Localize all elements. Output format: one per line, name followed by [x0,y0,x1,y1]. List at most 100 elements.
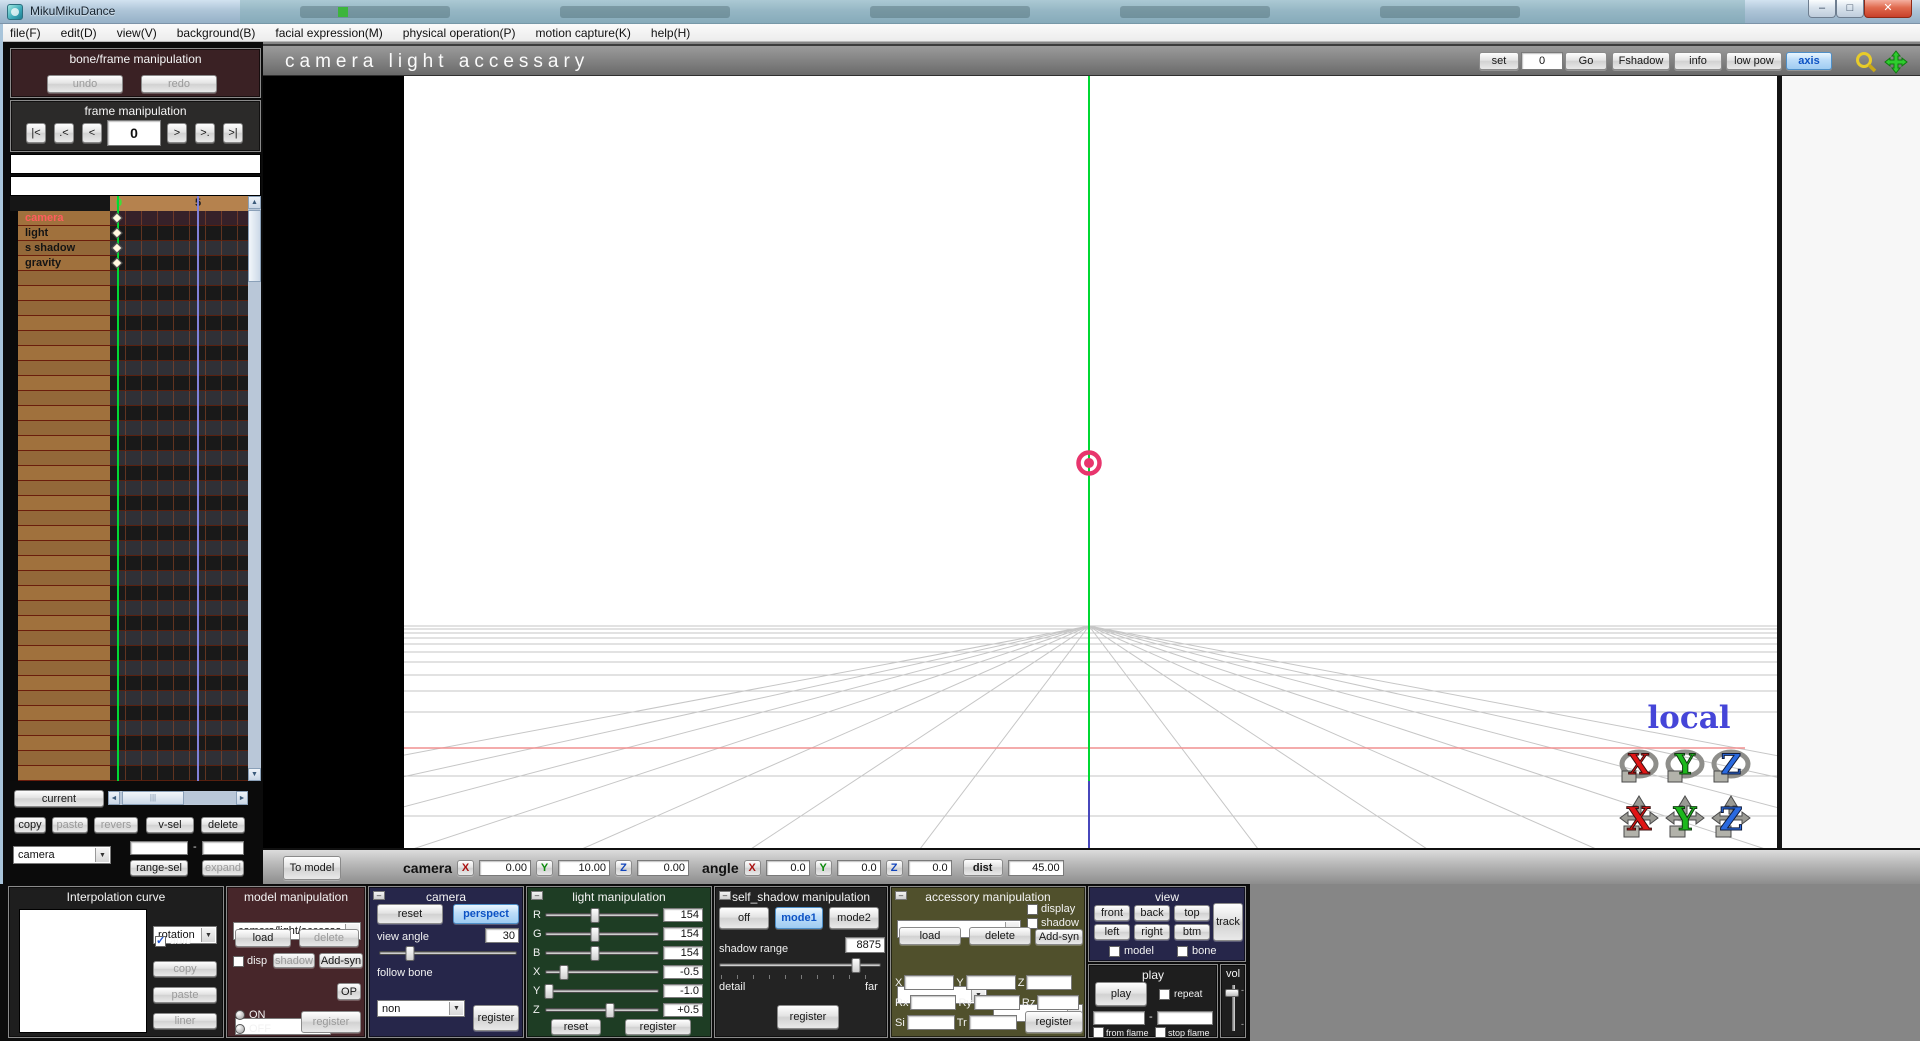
stop-flame-checkbox[interactable] [1155,1027,1166,1038]
shadow-range-slider[interactable] [719,958,881,973]
track-grid[interactable] [110,541,261,556]
track-label-empty[interactable] [18,406,110,421]
track-grid[interactable] [110,766,261,781]
track-grid[interactable] [110,361,261,376]
track-label-empty[interactable] [18,376,110,391]
track-grid[interactable] [110,376,261,391]
accessory-register-button[interactable]: register [1025,1011,1083,1033]
acc-ry-field[interactable] [973,995,1020,1010]
rotate-y-handle[interactable]: Y [1662,744,1708,786]
light-z-thumb[interactable] [605,1003,615,1018]
track-label-camera[interactable]: camera [18,211,110,226]
light-x-slider[interactable] [545,965,659,980]
menu-physical-operation[interactable]: physical operation(P) [393,24,526,42]
track-label-empty[interactable] [18,571,110,586]
track-label-empty[interactable] [18,601,110,616]
menu-file[interactable]: file(F) [0,24,51,42]
track-grid[interactable] [110,316,261,331]
close-button[interactable]: ✕ [1864,0,1912,18]
current-button[interactable]: current [14,790,104,807]
undo-button[interactable]: undo [47,75,123,93]
track-grid[interactable] [110,751,261,766]
view-angle-slider[interactable] [379,946,517,961]
range-from-field[interactable] [130,841,188,855]
on-radio[interactable] [235,1010,245,1020]
copy-button[interactable]: copy [14,817,46,833]
track-grid[interactable] [110,301,261,316]
track-grid[interactable] [110,571,261,586]
track-label-empty[interactable] [18,286,110,301]
track-label-empty[interactable] [18,301,110,316]
interp-paste-button[interactable]: paste [153,987,217,1003]
menu-view[interactable]: view(V) [107,24,167,42]
dist-button[interactable]: dist [962,859,1003,876]
track-grid[interactable] [110,511,261,526]
v-sel-button[interactable]: v-sel [146,817,194,833]
accessory-load-button[interactable]: load [899,927,961,945]
track-grid[interactable] [110,481,261,496]
track-grid[interactable] [110,391,261,406]
light-minimize-box[interactable]: – [531,891,543,900]
scroll-down-arrow[interactable]: ▼ [248,768,261,781]
light-b-thumb[interactable] [590,946,600,961]
frame-last-button[interactable]: >| [223,123,243,143]
model-load-button[interactable]: load [235,929,291,947]
track-label-empty[interactable] [18,331,110,346]
light-b-field[interactable]: 154 [663,946,703,960]
scroll-right-arrow[interactable]: ► [236,791,248,805]
light-g-field[interactable]: 154 [663,927,703,941]
track-grid[interactable] [110,496,261,511]
track-grid[interactable] [110,616,261,631]
go-button[interactable]: Go [1565,52,1607,70]
track-label-gravity[interactable]: gravity [18,256,110,271]
shadow-range-field[interactable]: 8875 [845,937,885,953]
light-b-slider[interactable] [545,946,659,961]
window-titlebar[interactable]: MikuMikuDance – □ ✕ [0,0,1920,24]
bone-name-field[interactable] [10,154,261,174]
revers-button[interactable]: revers [94,817,138,833]
maximize-button[interactable]: □ [1836,0,1864,18]
auto-checkbox[interactable] [155,934,166,947]
track-grid[interactable] [110,661,261,676]
track-grid[interactable] [110,676,261,691]
interpolation-canvas[interactable] [19,909,147,1033]
track-grid[interactable] [110,436,261,451]
light-register-button[interactable]: register [625,1019,691,1035]
angle-y-field[interactable]: 0.0 [836,859,881,876]
render-view[interactable]: local X Y Z X Y Z [404,76,1777,848]
track-label-empty[interactable] [18,691,110,706]
axis-button[interactable]: axis [1786,52,1832,70]
acc-x-field[interactable] [904,975,955,990]
menu-help[interactable]: help(H) [641,24,700,42]
track-grid[interactable] [110,271,261,286]
model-delete-button[interactable]: delete [299,929,359,947]
track-label-empty[interactable] [18,736,110,751]
light-reset-button[interactable]: reset [551,1019,601,1035]
track-label-empty[interactable] [18,421,110,436]
light-r-field[interactable]: 154 [663,908,703,922]
scroll-up-arrow[interactable]: ▲ [248,196,261,209]
acc-y-field[interactable] [965,975,1016,990]
menu-facial-expression[interactable]: facial expression(M) [265,24,392,42]
shadow-mode2-button[interactable]: mode2 [829,907,879,929]
op-button[interactable]: OP [337,983,361,1000]
menu-edit[interactable]: edit(D) [51,24,107,42]
rotate-z-handle[interactable]: Z [1708,744,1754,786]
model-register-button[interactable]: register [301,1011,361,1033]
to-model-button[interactable]: To model [283,856,341,880]
angle-z-field[interactable]: 0.0 [907,859,952,876]
local-mode-label[interactable]: local [1629,700,1749,736]
disp-checkbox[interactable] [233,955,244,967]
track-label-empty[interactable] [18,721,110,736]
track-grid[interactable] [110,736,261,751]
view-track-button[interactable]: track [1213,903,1243,941]
track-grid[interactable] [110,331,261,346]
acc-tr-field[interactable] [968,1015,1017,1030]
shadow-range-thumb[interactable] [851,958,861,973]
track-grid[interactable] [110,721,261,736]
track-grid[interactable] [110,286,261,301]
track-grid[interactable] [110,556,261,571]
track-label-empty[interactable] [18,316,110,331]
light-r-thumb[interactable] [590,908,600,923]
light-y-thumb[interactable] [544,984,554,999]
